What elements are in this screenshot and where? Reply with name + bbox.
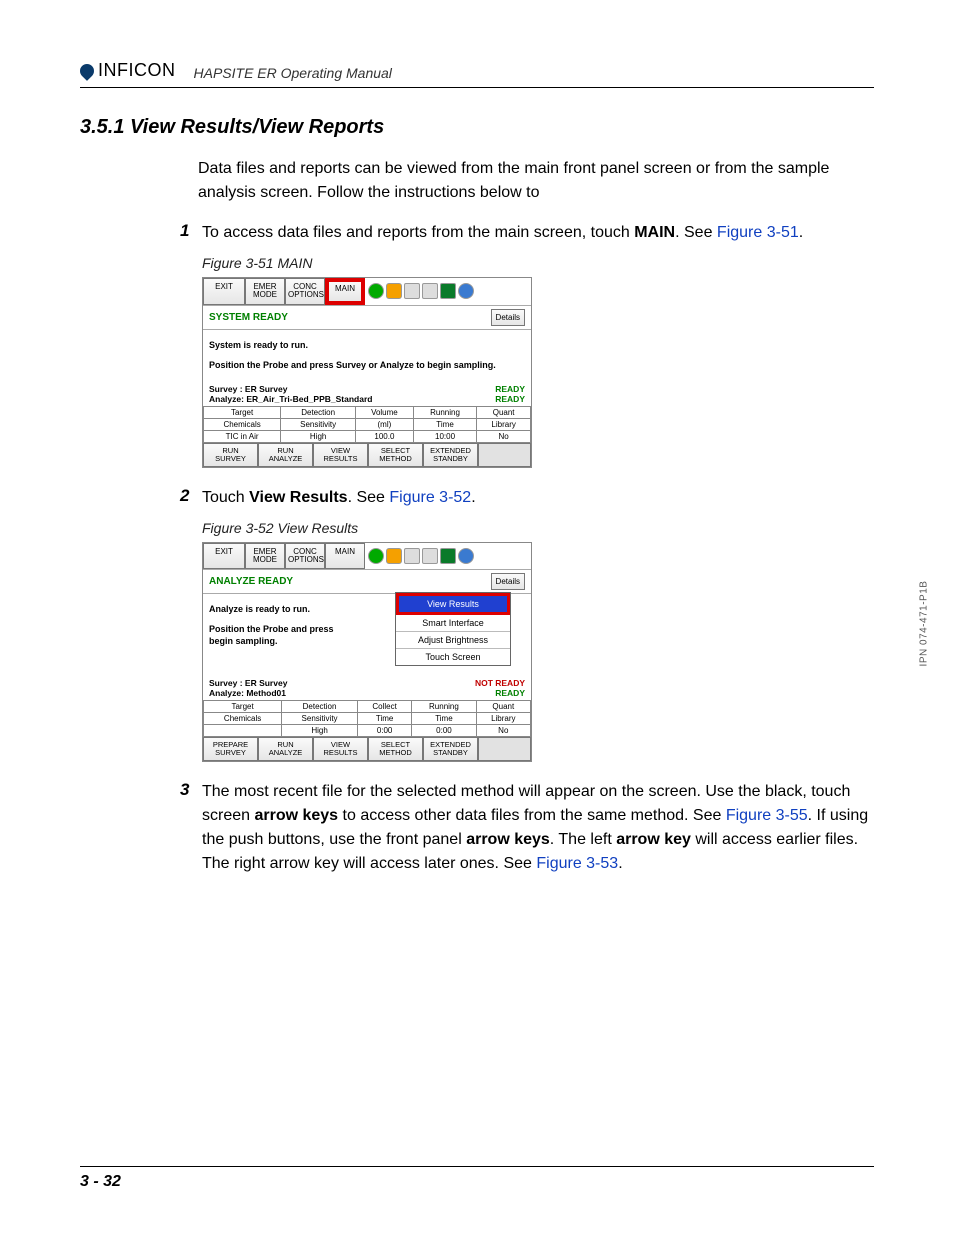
select-method-button[interactable]: SELECT METHOD [368,443,423,467]
globe-icon [458,548,474,564]
dropdown-smart-interface[interactable]: Smart Interface [396,615,510,632]
step-3: 3 The most recent file for the selected … [180,780,874,876]
battery-icon [404,548,420,564]
system-ready-label: SYSTEM READY [209,312,288,323]
emer-mode-button[interactable]: EMER MODE [245,543,285,570]
details-button[interactable]: Details [491,309,525,326]
panel2-body: View Results Smart Interface Adjust Brig… [203,594,531,678]
table-row: Chemicals Sensitivity Time Time Library [204,713,531,725]
view-results-button[interactable]: VIEW RESULTS [313,737,368,761]
panel1-survey-block: Survey : ER SurveyREADY Analyze: ER_Air_… [203,384,531,406]
select-method-button[interactable]: SELECT METHOD [368,737,423,761]
intro-paragraph: Data files and reports can be viewed fro… [198,157,874,205]
alert-icon [440,548,456,564]
main-button[interactable]: MAIN [325,543,365,570]
exit-button[interactable]: EXIT [203,543,245,570]
table-row: Target Detection Collect Running Quant [204,701,531,713]
main-button[interactable]: MAIN [325,278,365,305]
details-button[interactable]: Details [491,573,525,590]
section-number: 3.5.1 [80,116,124,138]
panel1-grid: Target Detection Volume Running Quant Ch… [203,406,531,443]
run-analyze-button[interactable]: RUN ANALYZE [258,737,313,761]
side-ipn-label: IPN 074-471-P1B [919,580,930,666]
panel2-survey-block: Survey : ER SurveyNOT READY Analyze: Met… [203,678,531,700]
info-icon[interactable] [386,548,402,564]
table-row: Chemicals Sensitivity (ml) Time Library [204,418,531,430]
step-number: 3 [180,780,202,876]
extended-standby-button[interactable]: EXTENDED STANDBY [423,737,478,761]
figure-3-52-caption: Figure 3-52 View Results [202,520,874,536]
battery-icon [404,283,420,299]
panel1-body: System is ready to run. Position the Pro… [203,330,531,384]
page-header: INFICON HAPSITE ER Operating Manual [80,60,874,88]
figure-3-52-panel: EXIT EMER MODE CONC OPTIONS MAIN ANALYZE… [202,542,532,763]
table-row: High 0:00 0:00 No [204,725,531,737]
dropdown-view-results[interactable]: View Results [396,593,510,615]
panel2-status-row: ANALYZE READY Details [203,569,531,594]
page-footer: 3 - 32 [80,1166,874,1191]
step-number: 1 [180,221,202,245]
help-icon[interactable] [368,283,384,299]
globe-icon [458,283,474,299]
panel2-bottom-buttons: PREPARE SURVEY RUN ANALYZE VIEW RESULTS … [203,737,531,761]
dropdown-touch-screen[interactable]: Touch Screen [396,649,510,665]
panel1-status-row: SYSTEM READY Details [203,305,531,330]
info-icon[interactable] [386,283,402,299]
panel1-msg1: System is ready to run. [209,340,525,350]
extended-standby-button[interactable]: EXTENDED STANDBY [423,443,478,467]
button-spacer [478,737,531,761]
link-figure-3-53[interactable]: Figure 3-53 [536,855,618,872]
topbar-icons [365,543,531,570]
brand-name: INFICON [98,60,176,81]
step-2: 2 Touch View Results. See Figure 3-52. [180,486,874,510]
main-dropdown: View Results Smart Interface Adjust Brig… [395,592,511,666]
view-results-button[interactable]: VIEW RESULTS [313,443,368,467]
step-1-text: To access data files and reports from th… [202,221,803,245]
page-number: 3 - 32 [80,1173,121,1190]
status-icon [422,283,438,299]
emer-mode-button[interactable]: EMER MODE [245,278,285,305]
help-icon[interactable] [368,548,384,564]
run-analyze-button[interactable]: RUN ANALYZE [258,443,313,467]
run-survey-button[interactable]: RUN SURVEY [203,443,258,467]
panel2-topbar: EXIT EMER MODE CONC OPTIONS MAIN [203,543,531,570]
figure-3-51-panel: EXIT EMER MODE CONC OPTIONS MAIN SYSTEM … [202,277,532,468]
analyze-ready-label: ANALYZE READY [209,576,293,587]
manual-title: HAPSITE ER Operating Manual [194,65,392,81]
dropdown-adjust-brightness[interactable]: Adjust Brightness [396,632,510,649]
alert-icon [440,283,456,299]
conc-options-button[interactable]: CONC OPTIONS [285,278,325,305]
topbar-icons [365,278,531,305]
step-1: 1 To access data files and reports from … [180,221,874,245]
panel2-grid: Target Detection Collect Running Quant C… [203,700,531,737]
link-figure-3-55[interactable]: Figure 3-55 [726,807,808,824]
brand-logo: INFICON [80,60,176,81]
figure-3-51-caption: Figure 3-51 MAIN [202,255,874,271]
section-heading: 3.5.1 View Results/View Reports [80,116,874,139]
table-row: Target Detection Volume Running Quant [204,406,531,418]
section-title: View Results/View Reports [130,116,384,138]
link-figure-3-52[interactable]: Figure 3-52 [389,489,471,506]
prepare-survey-button[interactable]: PREPARE SURVEY [203,737,258,761]
step-2-text: Touch View Results. See Figure 3-52. [202,486,476,510]
panel1-topbar: EXIT EMER MODE CONC OPTIONS MAIN [203,278,531,305]
table-row: TIC in Air High 100.0 10:00 No [204,430,531,442]
button-spacer [478,443,531,467]
panel1-msg2: Position the Probe and press Survey or A… [209,360,525,370]
conc-options-button[interactable]: CONC OPTIONS [285,543,325,570]
exit-button[interactable]: EXIT [203,278,245,305]
panel1-bottom-buttons: RUN SURVEY RUN ANALYZE VIEW RESULTS SELE… [203,443,531,467]
step-3-text: The most recent file for the selected me… [202,780,874,876]
logo-mark-icon [77,61,97,81]
link-figure-3-51[interactable]: Figure 3-51 [717,224,799,241]
status-icon [422,548,438,564]
step-number: 2 [180,486,202,510]
